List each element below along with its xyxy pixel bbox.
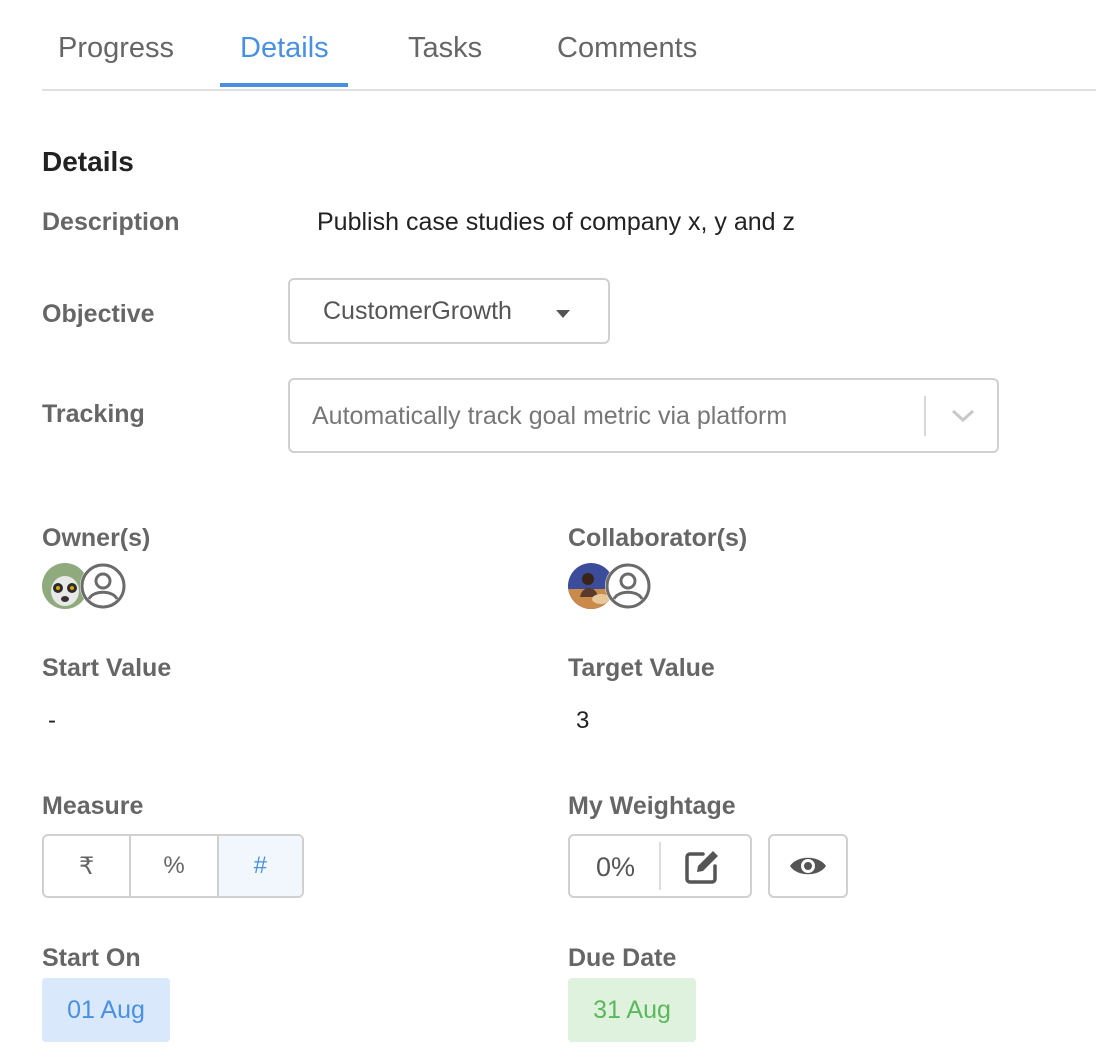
- objective-selected-value: CustomerGrowth: [323, 297, 512, 325]
- default-user-avatar[interactable]: [80, 563, 126, 609]
- start-value-label: Start Value: [42, 654, 172, 682]
- edit-icon[interactable]: [683, 848, 721, 886]
- eye-icon: [790, 857, 826, 875]
- tab-progress[interactable]: Progress: [58, 0, 174, 89]
- measure-selector: ₹ % #: [42, 834, 304, 898]
- start-on-label: Start On: [42, 944, 141, 972]
- collaborators-label: Collaborator(s): [568, 524, 748, 552]
- due-date-chip[interactable]: 31 Aug: [568, 978, 696, 1042]
- chevron-down-icon: [951, 409, 975, 423]
- weightage-label: My Weightage: [568, 792, 736, 820]
- default-user-avatar[interactable]: [605, 563, 651, 609]
- caret-down-icon: [556, 310, 570, 318]
- start-value: -: [48, 707, 56, 734]
- select-separator: [924, 396, 926, 436]
- tracking-label: Tracking: [42, 400, 145, 428]
- view-weightage-button[interactable]: [768, 834, 848, 898]
- target-value: 3: [576, 707, 590, 734]
- tracking-select[interactable]: Automatically track goal metric via plat…: [288, 378, 999, 453]
- tab-bar: Progress Details Tasks Comments: [42, 0, 1096, 91]
- measure-option-number[interactable]: #: [216, 836, 302, 896]
- objective-label: Objective: [42, 300, 155, 328]
- weightage-value: 0%: [596, 852, 636, 882]
- due-date-label: Due Date: [568, 944, 677, 972]
- tab-comments[interactable]: Comments: [557, 0, 697, 89]
- tracking-selected-value: Automatically track goal metric via plat…: [312, 402, 788, 430]
- description-label: Description: [42, 208, 180, 236]
- measure-label: Measure: [42, 792, 144, 820]
- objective-dropdown[interactable]: CustomerGrowth: [288, 278, 610, 344]
- start-date-chip[interactable]: 01 Aug: [42, 978, 170, 1042]
- section-title: Details: [42, 146, 134, 177]
- weightage-separator: [659, 842, 661, 890]
- measure-option-currency[interactable]: ₹: [44, 836, 129, 896]
- target-value-label: Target Value: [568, 654, 715, 682]
- owners-label: Owner(s): [42, 524, 151, 552]
- measure-option-percent[interactable]: %: [129, 836, 216, 896]
- active-tab-indicator: [220, 83, 348, 87]
- tab-tasks[interactable]: Tasks: [408, 0, 482, 89]
- description-value: Publish case studies of company x, y and…: [317, 208, 796, 236]
- weightage-box: 0%: [568, 834, 752, 898]
- goal-details-page: Progress Details Tasks Comments Details …: [0, 0, 1104, 1060]
- tab-details[interactable]: Details: [240, 0, 329, 89]
